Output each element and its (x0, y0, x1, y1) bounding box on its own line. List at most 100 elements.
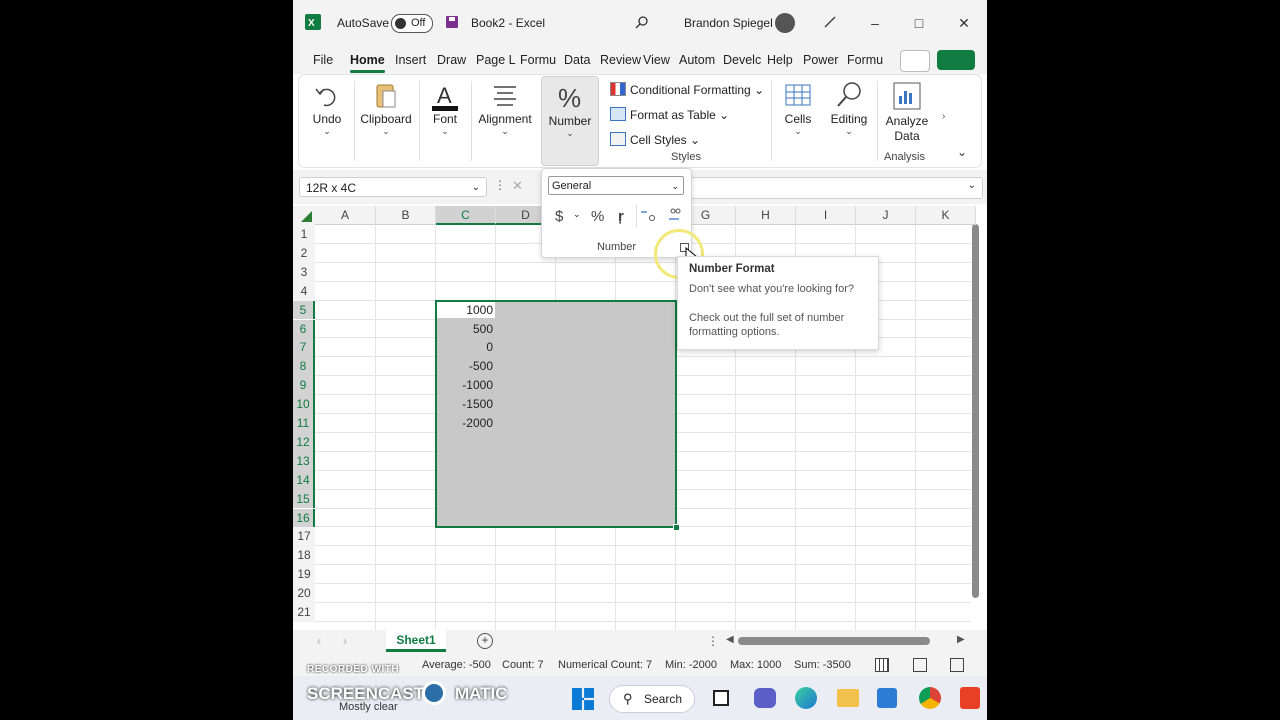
tab-help[interactable]: Help (767, 53, 793, 67)
column-header[interactable]: B (376, 206, 436, 225)
store-icon[interactable] (877, 688, 897, 708)
tab-file[interactable]: File (313, 53, 333, 67)
row-header[interactable]: 4 (293, 281, 315, 301)
alignment-button[interactable]: Alignment ⌄ (475, 75, 535, 167)
clipboard-button[interactable]: Clipboard ⌄ (357, 75, 415, 167)
tab-developer[interactable]: Develc (723, 53, 761, 67)
ribbon-collapse-icon[interactable]: ⌄ (957, 145, 967, 159)
row-header[interactable]: 18 (293, 546, 315, 566)
file-explorer-icon[interactable] (837, 689, 859, 707)
spreadsheet-grid[interactable]: ABCDEFGHIJK12345678910111213141516171819… (293, 206, 987, 630)
row-header[interactable]: 8 (293, 357, 315, 377)
fill-handle[interactable] (673, 524, 680, 532)
cells-button[interactable]: Cells ⌄ (775, 75, 821, 167)
row-header[interactable]: 14 (293, 470, 315, 490)
tab-formulas[interactable]: Formu (520, 53, 556, 67)
edge-icon[interactable] (795, 687, 817, 709)
next-sheet-icon[interactable]: › (343, 634, 347, 648)
row-header[interactable]: 15 (293, 489, 315, 509)
font-button[interactable]: A Font ⌄ (423, 75, 467, 167)
row-header[interactable]: 19 (293, 565, 315, 585)
tab-insert[interactable]: Insert (395, 53, 426, 67)
row-header[interactable]: 5 (293, 300, 315, 320)
tab-draw[interactable]: Draw (437, 53, 466, 67)
row-header[interactable]: 1 (293, 225, 315, 244)
user-name[interactable]: Brandon Spiegel (684, 16, 773, 30)
share-button[interactable] (937, 50, 975, 70)
tab-data[interactable]: Data (564, 53, 590, 67)
tab-review[interactable]: Review (600, 53, 641, 67)
autosave-toggle[interactable]: Off (391, 14, 433, 33)
undo-button[interactable]: Undo ⌄ (305, 75, 349, 167)
formula-input[interactable]: ⌄ (691, 177, 983, 199)
tab-view[interactable]: View (643, 53, 670, 67)
cell-c6[interactable]: 500 (436, 320, 496, 339)
office-icon[interactable] (960, 687, 980, 709)
cell-c5[interactable]: 1000 (436, 301, 496, 320)
status-sum[interactable]: Sum: -3500 (794, 659, 851, 671)
row-header[interactable]: 12 (293, 432, 315, 452)
cell-styles-button[interactable]: Cell Styles ⌄ (610, 132, 700, 147)
increase-decimal-icon[interactable] (640, 207, 658, 223)
row-header[interactable]: 21 (293, 603, 315, 622)
column-header[interactable]: K (916, 206, 976, 225)
column-header[interactable]: C (436, 206, 496, 225)
status-max[interactable]: Max: 1000 (730, 659, 781, 671)
row-header[interactable]: 3 (293, 262, 315, 282)
scroll-right-icon[interactable]: ▶ (957, 634, 965, 645)
cancel-icon[interactable]: ✕ (512, 178, 523, 194)
start-icon[interactable] (572, 688, 594, 710)
tab-power[interactable]: Power (803, 53, 838, 67)
search-icon[interactable] (635, 15, 649, 29)
scroll-left-icon[interactable]: ◀ (726, 634, 734, 645)
column-header[interactable]: J (856, 206, 916, 225)
taskbar-search[interactable]: ⚲ Search (609, 685, 695, 713)
status-count[interactable]: Count: 7 (502, 659, 544, 671)
status-average[interactable]: Average: -500 (422, 659, 491, 671)
more-options-icon[interactable]: ⋮ (707, 634, 719, 648)
prev-sheet-icon[interactable]: ‹ (317, 634, 321, 648)
tab-page-layout[interactable]: Page L (476, 53, 516, 67)
tab-automate[interactable]: Autom (679, 53, 715, 67)
minimize-icon[interactable]: – (864, 12, 886, 34)
teams-icon[interactable] (754, 688, 776, 708)
comments-button[interactable] (900, 50, 930, 72)
tab-formulas-2[interactable]: Formu (847, 53, 883, 67)
number-button[interactable]: % Number ⌄ (541, 76, 599, 166)
column-header[interactable]: I (796, 206, 856, 225)
conditional-formatting-button[interactable]: Conditional Formatting ⌄ (610, 82, 764, 97)
column-header[interactable]: H (736, 206, 796, 225)
format-as-table-button[interactable]: Format as Table ⌄ (610, 107, 729, 122)
expand-formula-icon[interactable]: ⌄ (968, 180, 976, 191)
sheet-tab-sheet1[interactable]: Sheet1 (386, 630, 446, 652)
row-header[interactable]: 13 (293, 451, 315, 471)
ribbon-scroll-right-icon[interactable]: › (942, 111, 945, 122)
row-header[interactable]: 7 (293, 338, 315, 358)
chrome-icon[interactable] (919, 687, 941, 709)
avatar[interactable] (775, 13, 795, 33)
name-box[interactable]: 12R x 4C ⌄ (299, 177, 487, 197)
scrollbar-thumb[interactable] (972, 224, 979, 598)
maximize-icon[interactable]: □ (908, 12, 930, 34)
editing-button[interactable]: Editing ⌄ (823, 75, 875, 167)
currency-button[interactable]: $ (555, 208, 563, 225)
row-header[interactable]: 11 (293, 414, 315, 433)
cell-c9[interactable]: -1000 (436, 376, 496, 395)
vertical-scrollbar[interactable] (971, 214, 981, 630)
row-header[interactable]: 6 (293, 319, 315, 339)
decrease-decimal-icon[interactable] (665, 207, 683, 223)
page-layout-view-icon[interactable] (913, 658, 927, 672)
select-all-corner[interactable] (293, 206, 315, 225)
row-header[interactable]: 9 (293, 376, 315, 396)
cell-c11[interactable]: -2000 (436, 414, 496, 433)
cell-c8[interactable]: -500 (436, 357, 496, 376)
task-view-icon[interactable] (713, 690, 729, 706)
row-header[interactable]: 10 (293, 395, 315, 414)
normal-view-icon[interactable] (875, 658, 889, 672)
comma-style-button[interactable]: ŗ (618, 208, 624, 225)
column-header[interactable]: A (315, 206, 376, 225)
horizontal-scrollbar-thumb[interactable] (738, 637, 930, 645)
more-options-icon[interactable]: ⋮ (494, 178, 506, 192)
cell-c7[interactable]: 0 (436, 338, 496, 357)
page-break-view-icon[interactable] (950, 658, 964, 672)
